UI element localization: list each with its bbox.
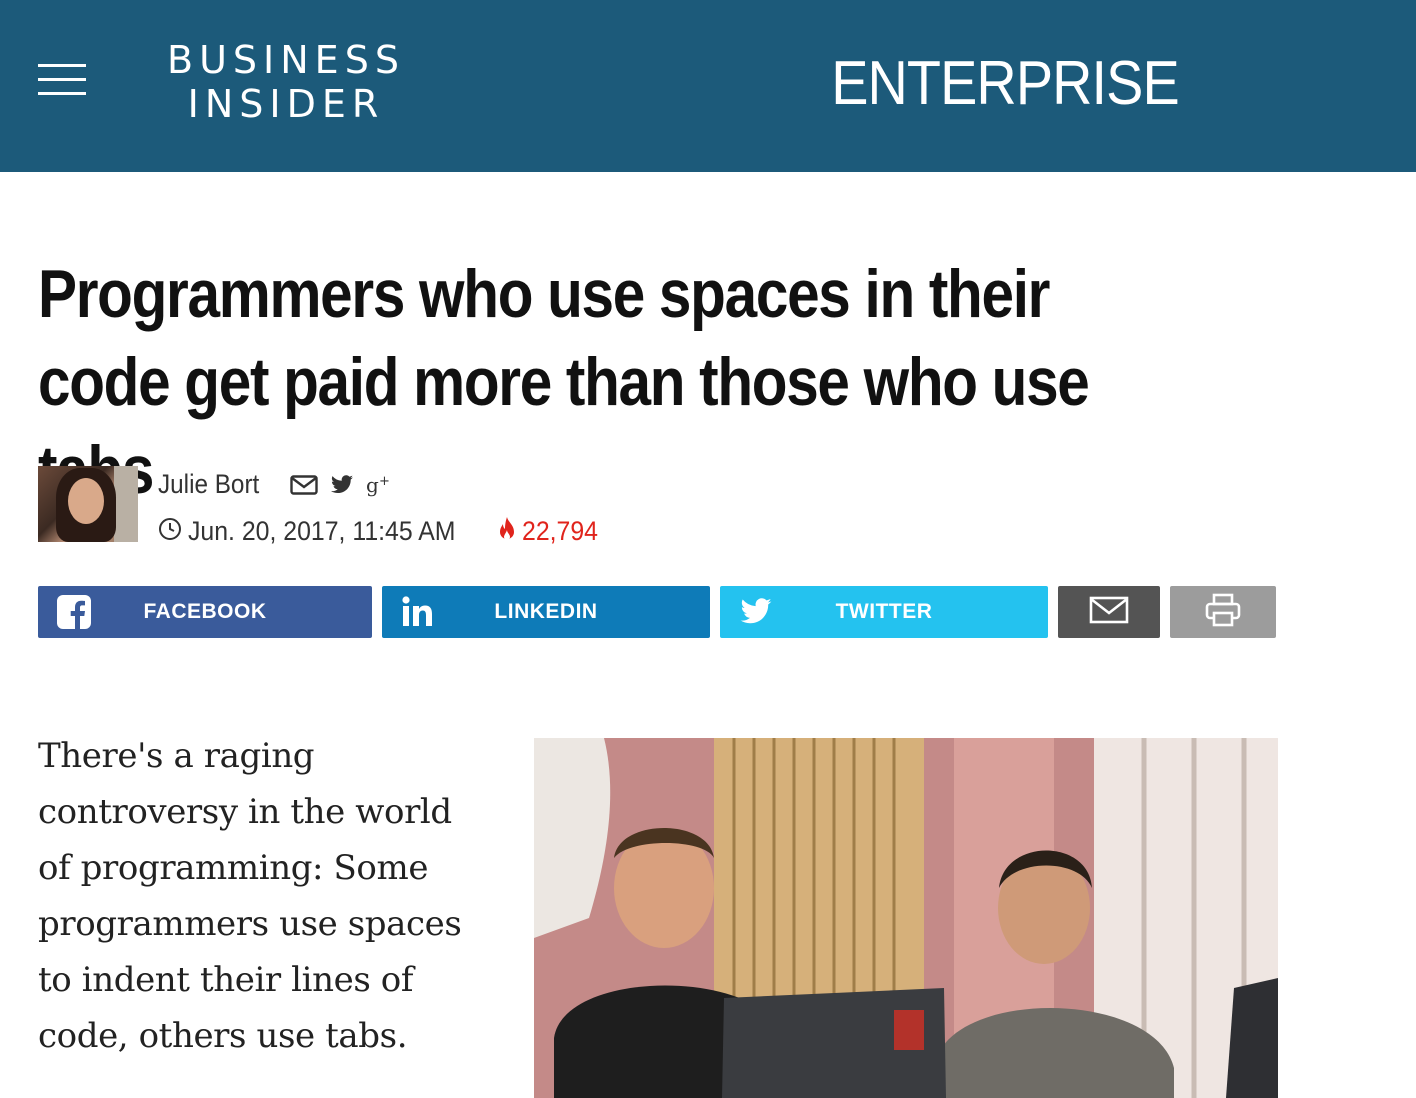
svg-text:+: + bbox=[379, 474, 390, 489]
email-share-button[interactable] bbox=[1058, 586, 1160, 638]
clock-icon bbox=[158, 517, 182, 546]
facebook-share-button[interactable]: FACEBOOK bbox=[38, 586, 372, 638]
twitter-icon bbox=[738, 594, 774, 630]
flame-icon bbox=[498, 516, 516, 547]
logo-line-insider: INSIDER bbox=[187, 82, 385, 126]
author-contact-icons: g + bbox=[290, 472, 392, 498]
author-name[interactable]: Julie Bort bbox=[158, 468, 259, 500]
hamburger-menu-icon[interactable] bbox=[38, 64, 86, 98]
facebook-icon bbox=[56, 594, 92, 630]
site-logo[interactable]: BUSINESS INSIDER bbox=[156, 38, 416, 126]
view-count-value: 22,794 bbox=[522, 515, 598, 546]
print-button[interactable] bbox=[1170, 586, 1276, 638]
publish-date: Jun. 20, 2017, 11:45 AM bbox=[188, 515, 456, 546]
logo-line-business: BUSINESS bbox=[167, 38, 405, 82]
section-title[interactable]: ENTERPRISE bbox=[821, 50, 1190, 118]
linkedin-share-button[interactable]: LINKEDIN bbox=[382, 586, 710, 638]
publish-date-row: Jun. 20, 2017, 11:45 AM bbox=[158, 514, 479, 548]
printer-icon bbox=[1204, 593, 1242, 632]
twitter-share-button[interactable]: TWITTER bbox=[720, 586, 1048, 638]
email-icon[interactable] bbox=[290, 475, 318, 495]
author-avatar[interactable] bbox=[38, 466, 138, 542]
article-photo bbox=[534, 738, 1278, 1098]
linkedin-icon bbox=[400, 594, 436, 630]
envelope-icon bbox=[1089, 596, 1129, 629]
site-header: BUSINESS INSIDER ENTERPRISE bbox=[0, 0, 1416, 172]
view-count: 22,794 bbox=[498, 514, 605, 548]
article-lead-paragraph: There's a raging controversy in the worl… bbox=[38, 736, 462, 1056]
svg-text:g: g bbox=[366, 473, 379, 497]
twitter-icon[interactable] bbox=[330, 475, 354, 495]
google-plus-icon[interactable]: g + bbox=[366, 473, 392, 497]
